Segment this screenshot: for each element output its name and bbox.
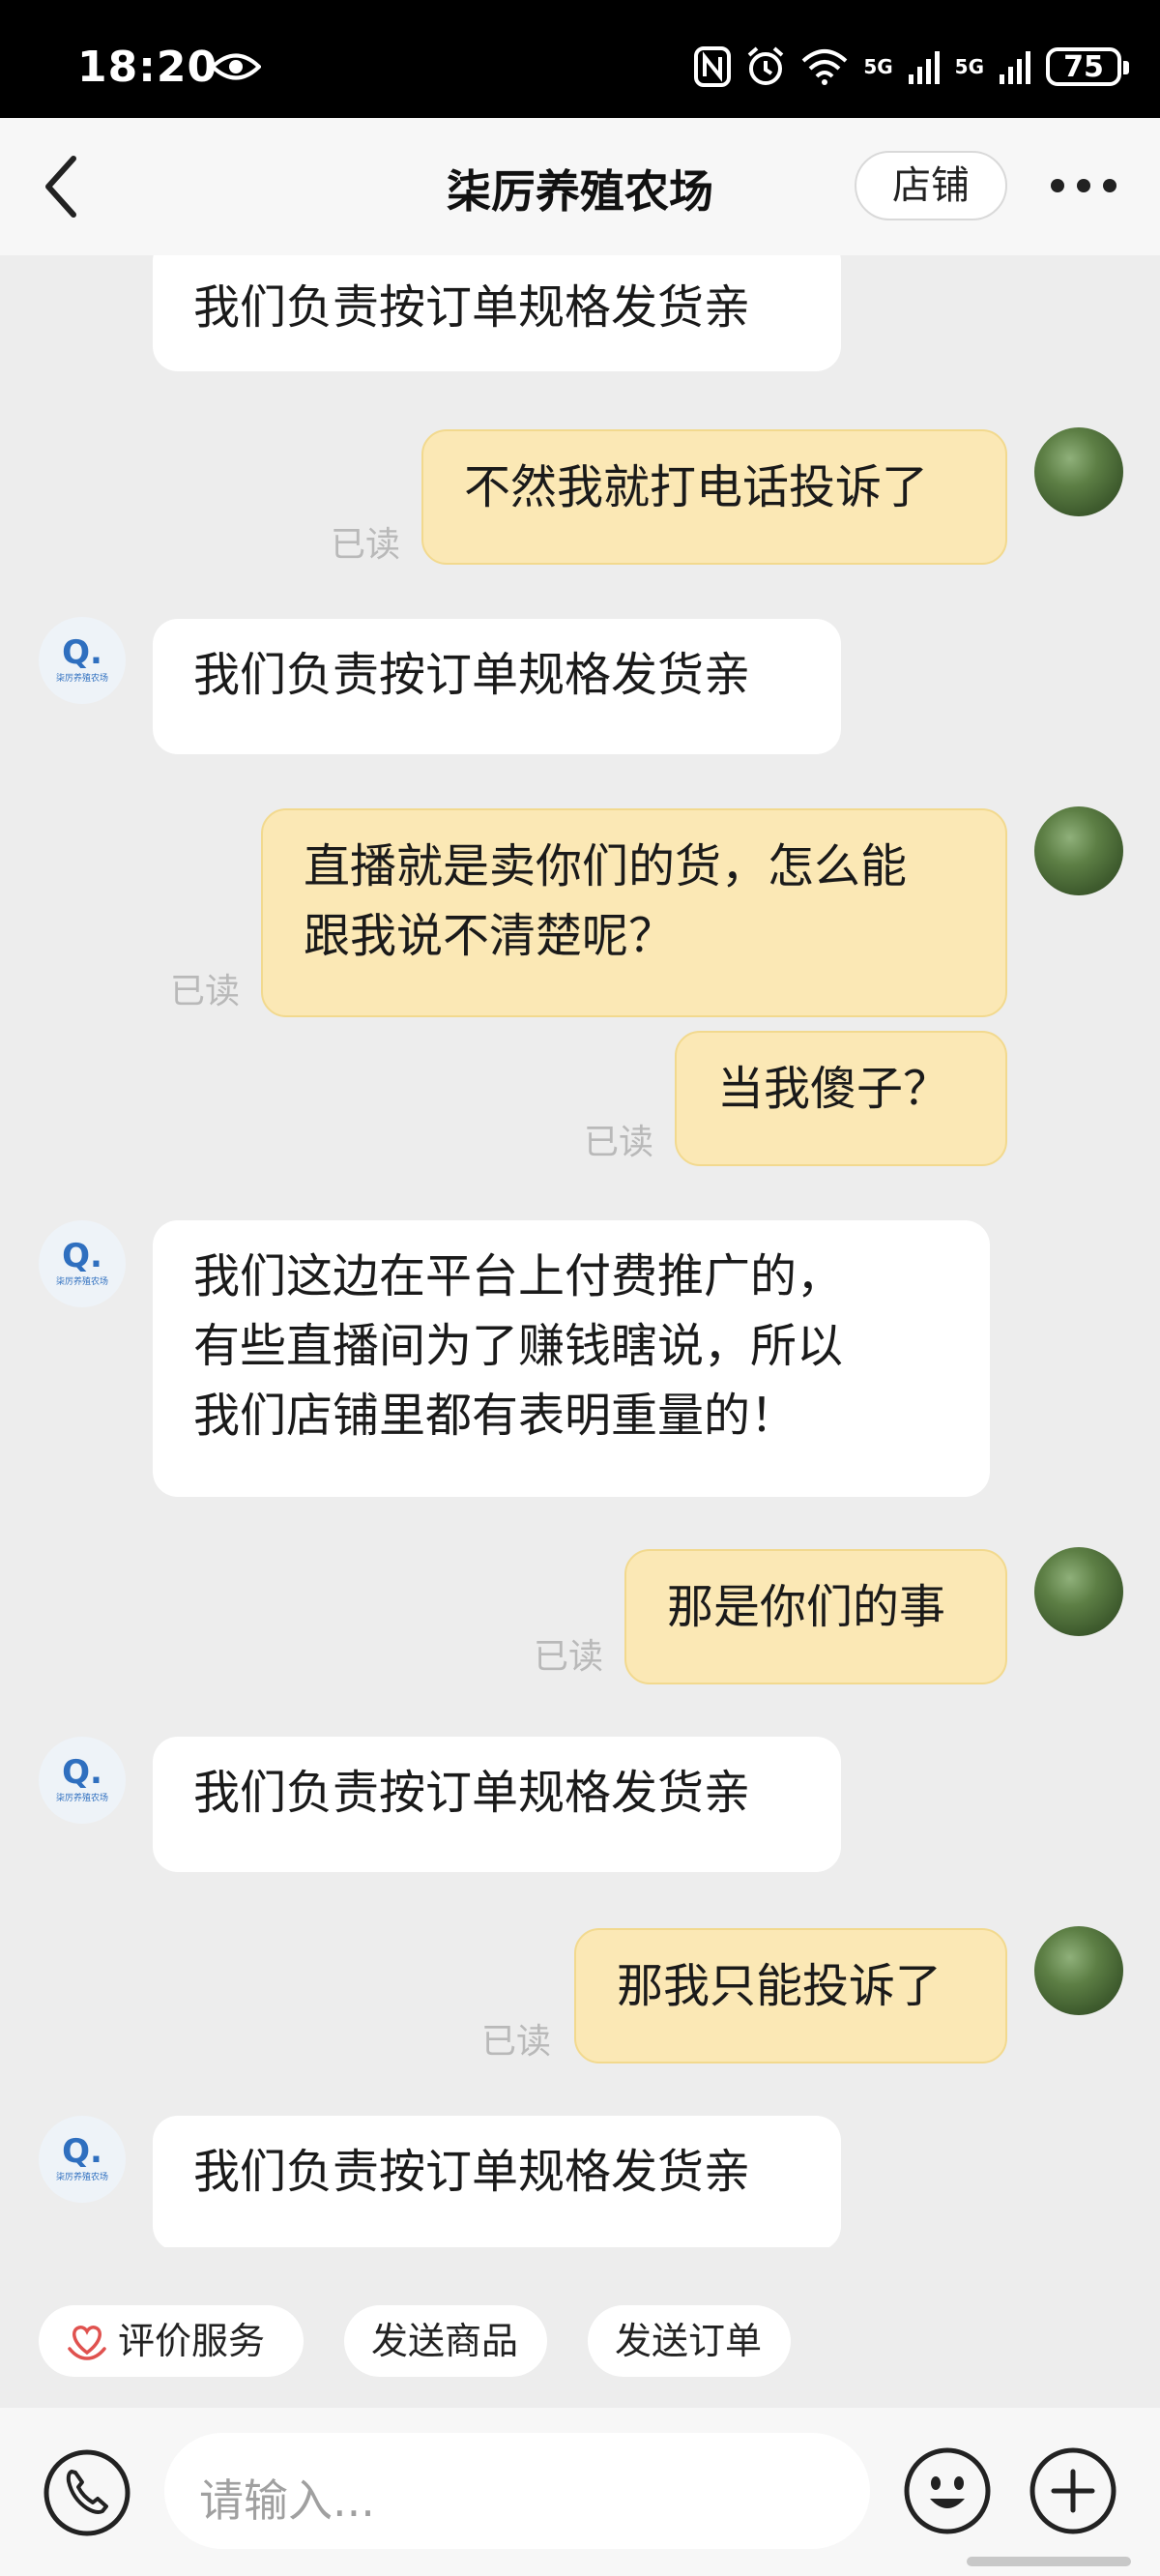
quick-action-label: 评价服务	[118, 2320, 266, 2362]
emoji-icon[interactable]	[903, 2446, 992, 2535]
quick-action-label: 发送订单	[615, 2320, 763, 2362]
message-bubble-outgoing: 那是你们的事	[624, 1549, 1007, 1684]
network-type-2: 5G	[954, 55, 984, 78]
more-icon[interactable]	[1050, 178, 1117, 193]
shop-avatar-text: 柒厉养殖农场	[55, 2173, 108, 2182]
shop-avatar-text: 柒厉养殖农场	[55, 1794, 108, 1803]
status-time: 18:20	[77, 43, 218, 92]
message-bubble-incoming: 我们这边在平台上付费推广的， 有些直播间为了赚钱瞎说，所以 我们店铺里都有表明重…	[153, 1220, 990, 1497]
status-bar: 18:20 5G 5G 75	[0, 0, 1160, 118]
shop-button[interactable]: 店铺	[855, 151, 1007, 220]
shop-avatar-text: 柒厉养殖农场	[55, 674, 108, 684]
plus-icon[interactable]	[1029, 2446, 1117, 2535]
input-bar: 请输入...	[0, 2408, 1160, 2576]
read-status: 已读	[331, 525, 401, 565]
quick-action-send-order[interactable]: 发送订单	[588, 2305, 791, 2377]
network-type-1: 5G	[863, 55, 893, 78]
home-indicator	[967, 2557, 1131, 2566]
signal-icon	[1000, 51, 1030, 84]
message-bubble-incoming: 我们负责按订单规格发货亲	[153, 255, 841, 371]
quick-action-label: 发送商品	[371, 2320, 519, 2362]
message-input[interactable]: 请输入...	[164, 2433, 870, 2549]
chat-area[interactable]: 我们负责按订单规格发货亲 已读 不然我就打电话投诉了 Q. 柒厉养殖农场 我们负…	[0, 255, 1160, 2247]
shop-avatar[interactable]: Q. 柒厉养殖农场	[39, 1737, 126, 1824]
shop-avatar-letter: Q.	[62, 1753, 102, 1792]
nfc-icon	[694, 46, 732, 87]
wifi-icon	[801, 49, 848, 85]
message-bubble-incoming: 我们负责按订单规格发货亲	[153, 2116, 841, 2247]
status-icons: 5G 5G 75	[693, 43, 1129, 91]
shop-avatar[interactable]: Q. 柒厉养殖农场	[39, 1220, 126, 1307]
shop-avatar-letter: Q.	[62, 2132, 102, 2171]
message-input-placeholder: 请输入...	[199, 2474, 375, 2527]
signal-icon	[908, 51, 940, 84]
message-bubble-incoming: 我们负责按订单规格发货亲	[153, 619, 841, 754]
shop-avatar-letter: Q.	[62, 633, 102, 672]
message-bubble-outgoing: 不然我就打电话投诉了	[421, 429, 1007, 565]
eye-icon	[211, 53, 261, 80]
battery-indicator: 75	[1046, 47, 1129, 86]
shop-avatar-text: 柒厉养殖农场	[55, 1277, 108, 1287]
read-status: 已读	[481, 2022, 552, 2062]
quick-action-send-product[interactable]: 发送商品	[344, 2305, 547, 2377]
shop-avatar[interactable]: Q. 柒厉养殖农场	[39, 617, 126, 704]
user-avatar[interactable]	[1034, 1547, 1123, 1636]
heart-hand-icon	[68, 2326, 106, 2360]
read-status: 已读	[584, 1123, 654, 1162]
message-bubble-incoming: 我们负责按订单规格发货亲	[153, 1737, 841, 1872]
alarm-icon	[747, 46, 784, 85]
read-status: 已读	[170, 972, 241, 1011]
message-bubble-outgoing: 当我傻子？	[675, 1031, 1007, 1166]
read-status: 已读	[534, 1637, 604, 1677]
user-avatar[interactable]	[1034, 1926, 1123, 2015]
shop-avatar[interactable]: Q. 柒厉养殖农场	[39, 2116, 126, 2203]
quick-action-rate-service[interactable]: 评价服务	[39, 2305, 304, 2377]
message-bubble-outgoing: 直播就是卖你们的货，怎么能 跟我说不清楚呢？	[261, 808, 1007, 1017]
user-avatar[interactable]	[1034, 806, 1123, 895]
phone-icon[interactable]	[43, 2448, 131, 2537]
message-bubble-outgoing: 那我只能投诉了	[574, 1928, 1007, 2064]
user-avatar[interactable]	[1034, 427, 1123, 516]
shop-avatar-letter: Q.	[62, 1237, 102, 1275]
nav-bar: 柒厉养殖农场 店铺	[0, 118, 1160, 255]
